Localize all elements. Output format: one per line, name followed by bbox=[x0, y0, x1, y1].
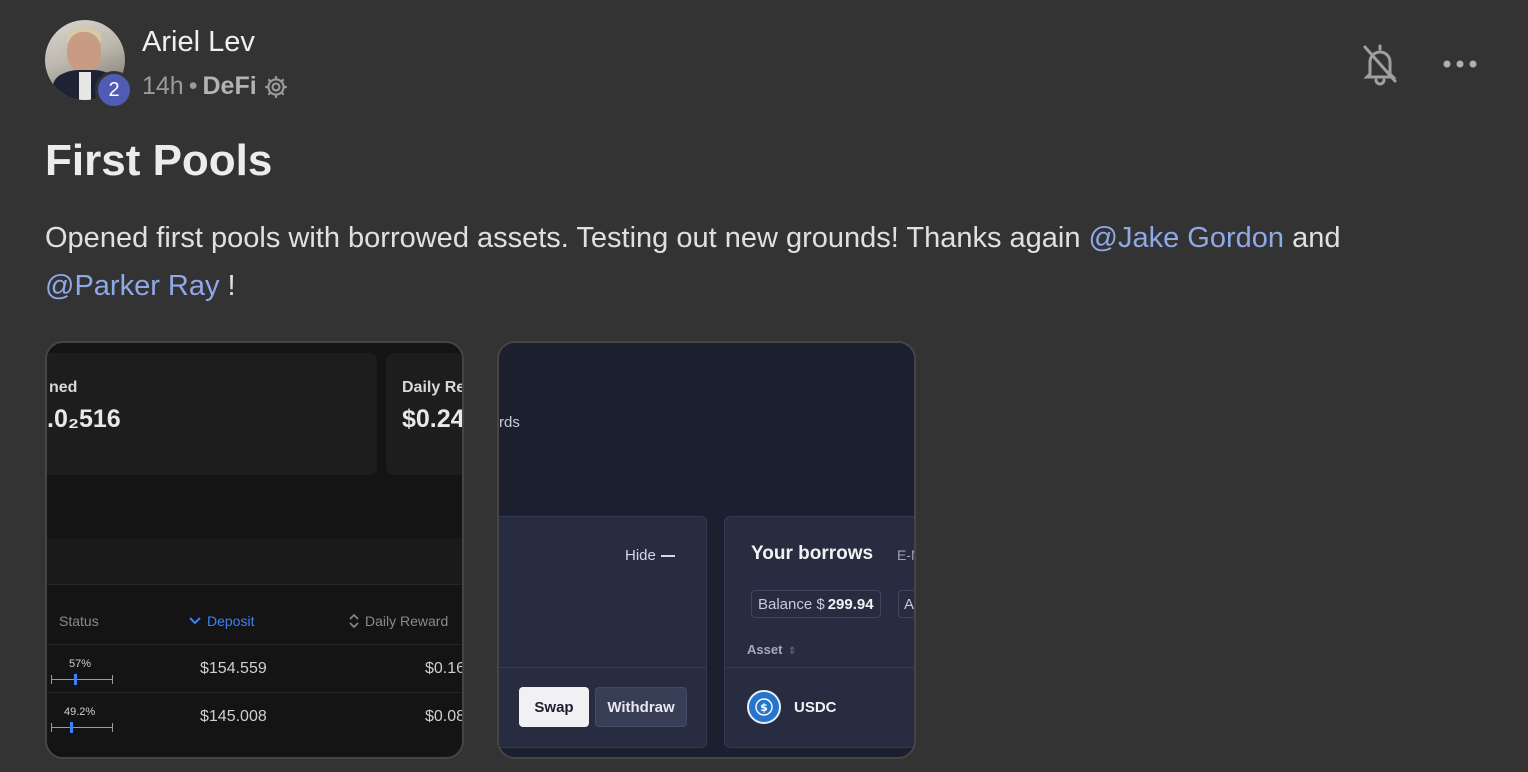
daily-reward-card: Daily Re $0.24 bbox=[386, 353, 464, 475]
body-text-1: Opened first pools with borrowed assets.… bbox=[45, 222, 1089, 254]
table-toolbar bbox=[47, 538, 462, 585]
column-status[interactable]: Status bbox=[59, 613, 99, 629]
utilization-percent: 57% bbox=[69, 658, 92, 670]
sort-icon: ⇕ bbox=[788, 646, 797, 657]
column-daily-reward[interactable]: Daily Reward bbox=[349, 613, 448, 629]
level-badge: 2 bbox=[95, 71, 133, 109]
reward-value: $0.08 bbox=[425, 708, 464, 725]
table-row[interactable]: 57% $154.559 $0.16 bbox=[47, 644, 464, 693]
utilization-percent: 49.2% bbox=[64, 706, 96, 718]
dashboard-header: rds bbox=[499, 343, 914, 513]
mention-jake-gordon[interactable]: @Jake Gordon bbox=[1089, 222, 1284, 254]
hide-button[interactable]: Hide bbox=[625, 547, 675, 564]
community-link[interactable]: DeFi bbox=[202, 72, 256, 101]
rewards-label-fragment: rds bbox=[499, 414, 520, 431]
minus-icon bbox=[660, 554, 675, 557]
post-image-1[interactable]: ned .0₂516 Daily Re $0.24 Status Deposit… bbox=[45, 341, 464, 759]
apy-badge-fragment: Al bbox=[898, 590, 914, 618]
table-divider bbox=[725, 667, 914, 668]
column-deposit-label: Deposit bbox=[207, 613, 255, 629]
sort-icon bbox=[349, 614, 359, 628]
withdraw-button[interactable]: Withdraw bbox=[595, 687, 687, 727]
asset-header-label: Asset bbox=[747, 642, 783, 657]
post-time: 14h bbox=[142, 72, 184, 100]
daily-reward-label: Daily Re bbox=[402, 379, 464, 396]
deposit-value: $145.008 bbox=[200, 708, 267, 725]
column-daily-reward-label: Daily Reward bbox=[365, 613, 449, 629]
swap-button[interactable]: Swap bbox=[519, 687, 589, 727]
daily-reward-value: $0.24 bbox=[402, 405, 464, 433]
asset-column-header[interactable]: Asset ⇕ bbox=[747, 642, 796, 657]
post-meta: 14h • DeFi bbox=[142, 72, 289, 101]
balance-badge: Balance $299.94 bbox=[751, 590, 881, 618]
author-avatar[interactable]: 2 bbox=[45, 20, 133, 109]
usdc-icon: $ bbox=[747, 690, 781, 724]
hide-label: Hide bbox=[625, 547, 656, 564]
supplies-panel: Hide Swap Withdraw bbox=[499, 516, 707, 748]
emode-fragment[interactable]: E-M bbox=[897, 547, 914, 563]
borrows-panel: Your borrows E-M Balance $299.94 Al Asse… bbox=[724, 516, 914, 748]
post-body: Opened first pools with borrowed assets.… bbox=[45, 214, 1485, 310]
earned-card: ned .0₂516 bbox=[47, 353, 377, 475]
table-row[interactable]: 49.2% $145.008 $0.08 bbox=[47, 692, 464, 741]
more-horizontal-icon[interactable] bbox=[1440, 48, 1480, 80]
reward-value: $0.16 bbox=[425, 660, 464, 677]
earned-label: ned bbox=[49, 379, 78, 396]
earned-value: .0₂516 bbox=[47, 405, 121, 433]
post-title: First Pools bbox=[45, 136, 273, 185]
utilization-marker bbox=[74, 674, 77, 685]
panel-divider bbox=[499, 667, 706, 668]
balance-label: Balance $ bbox=[758, 595, 825, 613]
borrows-title: Your borrows bbox=[751, 543, 874, 564]
mention-parker-ray[interactable]: @Parker Ray bbox=[45, 270, 219, 302]
utilization-bar bbox=[51, 722, 113, 733]
bell-off-icon[interactable] bbox=[1360, 42, 1400, 86]
body-text-3: ! bbox=[219, 270, 236, 302]
svg-text:$: $ bbox=[760, 701, 768, 714]
utilization-bar bbox=[51, 674, 113, 685]
column-deposit[interactable]: Deposit bbox=[189, 613, 254, 629]
meta-separator: • bbox=[188, 72, 198, 100]
post-image-2[interactable]: rds Hide Swap Withdraw Your borrows E-M … bbox=[497, 341, 916, 759]
gear-icon bbox=[263, 74, 289, 100]
author-name[interactable]: Ariel Lev bbox=[142, 26, 255, 59]
chevron-down-icon bbox=[189, 617, 201, 625]
balance-value: 299.94 bbox=[827, 595, 874, 613]
asset-name[interactable]: USDC bbox=[794, 699, 837, 716]
deposit-value: $154.559 bbox=[200, 660, 267, 677]
body-text-2: and bbox=[1284, 222, 1341, 254]
utilization-marker bbox=[70, 722, 73, 733]
